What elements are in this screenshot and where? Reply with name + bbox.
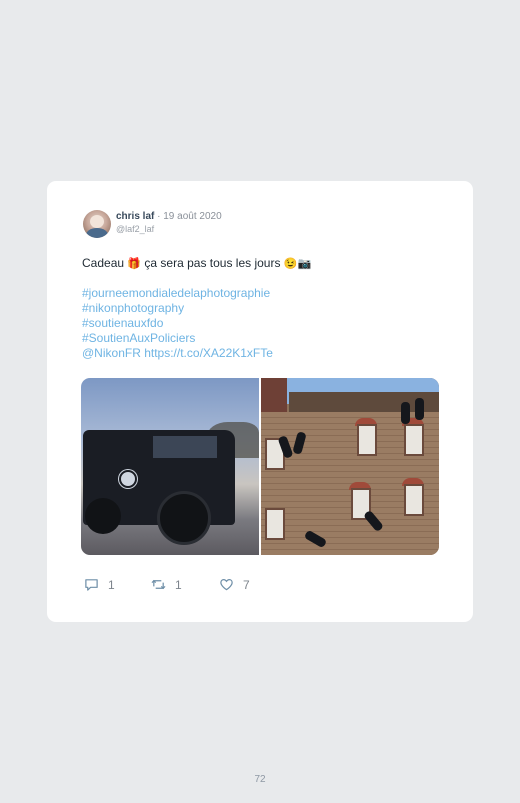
heart-icon xyxy=(220,579,233,591)
tweet-date[interactable]: 19 août 2020 xyxy=(163,211,221,222)
tweet-card: chris laf · 19 août 2020 @laf2_laf Cadea… xyxy=(47,181,473,622)
reply-button[interactable]: 1 xyxy=(84,577,115,592)
reply-icon xyxy=(85,579,98,591)
avatar[interactable] xyxy=(83,210,111,238)
photo-rappelling-building[interactable] xyxy=(261,378,439,555)
vehicle-emblem xyxy=(119,470,137,488)
wink-emoji: 😉 xyxy=(283,258,298,270)
tweet-text-prefix: Cadeau xyxy=(82,256,128,270)
tweet-text: Cadeau 🎁 ça sera pas tous les jours 😉📷 xyxy=(82,256,311,272)
hashtag-link[interactable]: #nikonphotography xyxy=(82,301,273,316)
hashtag-link[interactable]: #SoutienAuxPoliciers xyxy=(82,331,273,346)
hashtag-list: #journeemondialedelaphotographie #nikonp… xyxy=(82,286,273,361)
avatar-body xyxy=(86,228,108,238)
hashtag-link[interactable]: #soutienauxfdo xyxy=(82,316,273,331)
hashtag-link[interactable]: #journeemondialedelaphotographie xyxy=(82,286,273,301)
rappelling-officer xyxy=(401,402,410,424)
tweet-text-middle: ça sera pas tous les jours xyxy=(141,256,284,270)
photo-armored-vehicle[interactable] xyxy=(81,378,259,555)
building-window xyxy=(357,424,377,456)
like-button[interactable]: 7 xyxy=(219,577,250,592)
author-name[interactable]: chris laf xyxy=(116,211,154,222)
building-chimney xyxy=(261,378,287,416)
vehicle-wheel xyxy=(157,491,211,545)
media-grid xyxy=(81,378,439,555)
gift-emoji: 🎁 xyxy=(127,258,142,270)
mention-link[interactable]: @NikonFR xyxy=(82,346,141,360)
avatar-face xyxy=(90,215,104,228)
building-window xyxy=(404,484,424,516)
building-window xyxy=(404,424,424,456)
camera-emoji: 📷 xyxy=(297,258,312,270)
vehicle-window xyxy=(153,436,217,458)
retweet-count: 1 xyxy=(175,577,182,592)
building-window xyxy=(265,508,285,540)
url-link[interactable]: https://t.co/XA22K1xFTe xyxy=(144,346,273,360)
author-handle[interactable]: @laf2_laf xyxy=(116,224,154,234)
reply-count: 1 xyxy=(108,577,115,592)
tweet-header: chris laf · 19 août 2020 xyxy=(116,211,222,222)
tweet-actions: 1 1 7 xyxy=(84,577,284,593)
vehicle-wheel xyxy=(85,498,121,534)
retweet-button[interactable]: 1 xyxy=(151,577,182,592)
header-separator: · xyxy=(154,211,164,222)
mention-line: @NikonFR https://t.co/XA22K1xFTe xyxy=(82,346,273,361)
like-count: 7 xyxy=(243,577,250,592)
retweet-icon xyxy=(151,579,166,590)
rappelling-officer xyxy=(415,398,424,420)
page-number: 72 xyxy=(254,774,266,785)
